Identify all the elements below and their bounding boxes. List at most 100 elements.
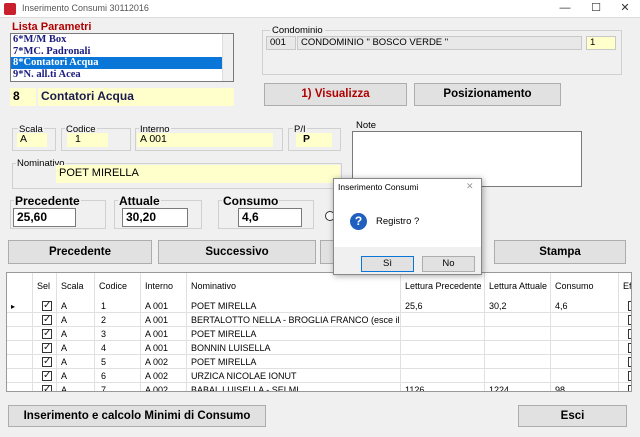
precedente-input[interactable]: 25,60 (13, 208, 76, 227)
cell-lettura-precedente (401, 355, 485, 369)
dialog-title-bar: Inserimento Consumi ✕ (334, 179, 481, 195)
effett-checkbox[interactable] (628, 371, 631, 381)
sel-checkbox[interactable] (42, 313, 52, 326)
sel-checkbox[interactable] (33, 355, 57, 369)
condominio-name: CONDOMINIO " BOSCO VERDE " (297, 36, 582, 50)
consumi-grid[interactable]: Sel Scala Codice Interno Nominativo Lett… (6, 272, 632, 392)
cell-nominativo: BONNIN LUISELLA (187, 341, 401, 355)
sel-checkbox[interactable] (42, 327, 52, 340)
column-header-lettura-attuale[interactable]: Lettura Attuale (485, 273, 551, 299)
dialog-close-icon[interactable]: ✕ (466, 181, 474, 192)
yes-button[interactable]: Sì (361, 256, 414, 272)
row-indicator[interactable] (7, 383, 33, 391)
effett-checkbox[interactable] (619, 341, 631, 355)
listbox-scrollbar[interactable] (222, 34, 233, 81)
effett-checkbox[interactable] (628, 329, 631, 339)
table-row[interactable]: ▸ A1A 001POET MIRELLA25,630,24,6 (7, 299, 631, 313)
effett-checkbox[interactable] (628, 343, 631, 353)
table-row[interactable]: A4A 001BONNIN LUISELLA (7, 341, 631, 355)
sel-checkbox[interactable] (33, 369, 57, 383)
dialog-message: Registro ? (376, 216, 420, 227)
sel-checkbox[interactable] (42, 341, 52, 354)
row-header-column (7, 273, 33, 299)
row-indicator[interactable] (7, 341, 33, 355)
cell-interno: A 001 (141, 341, 187, 355)
cell-interno: A 001 (141, 327, 187, 341)
column-header-lettura-precedente[interactable]: Lettura Precedente (401, 273, 485, 299)
inserimento-minimi-button[interactable]: Inserimento e calcolo Minimi di Consumo (8, 405, 266, 427)
effett-checkbox[interactable] (628, 301, 631, 311)
table-row[interactable]: A3A 001POET MIRELLA (7, 327, 631, 341)
successivo-button[interactable]: Successivo (158, 240, 316, 264)
list-item[interactable]: 7*MC. Padronali (11, 46, 223, 58)
row-indicator[interactable]: ▸ (7, 299, 33, 313)
current-row-marker: ▸ (11, 302, 16, 311)
table-row[interactable]: A6A 002URZICA NICOLAE IONUT (7, 369, 631, 383)
row-indicator[interactable] (7, 313, 33, 327)
row-indicator[interactable] (7, 369, 33, 383)
cell-consumo (551, 327, 619, 341)
hidden-button[interactable] (320, 240, 334, 264)
column-header-interno[interactable]: Interno (141, 273, 187, 299)
table-row[interactable]: A2A 001BERTALOTTO NELLA - BROGLIA FRANCO… (7, 313, 631, 327)
visualizza-button[interactable]: 1) Visualizza (264, 83, 407, 106)
column-header-effett[interactable]: Effett (619, 273, 631, 299)
precedente-button[interactable]: Precedente (8, 240, 152, 264)
column-header-nominativo[interactable]: Nominativo (187, 273, 401, 299)
cell-scala: A (57, 299, 95, 313)
maximize-button[interactable]: ☐ (581, 0, 611, 18)
no-button[interactable]: No (422, 256, 475, 272)
effett-checkbox[interactable] (628, 315, 631, 325)
sel-checkbox[interactable] (33, 299, 57, 313)
close-button[interactable]: ✕ (610, 0, 640, 18)
sel-checkbox[interactable] (42, 383, 52, 391)
cell-consumo (551, 355, 619, 369)
cell-scala: A (57, 327, 95, 341)
cell-interno: A 001 (141, 313, 187, 327)
consumo-input[interactable]: 4,6 (238, 208, 302, 227)
effett-checkbox[interactable] (628, 385, 631, 391)
list-item-selected[interactable]: 8*Contatori Acqua (11, 57, 223, 69)
effett-checkbox[interactable] (619, 313, 631, 327)
parametro-code: 8 (10, 88, 36, 106)
effett-checkbox[interactable] (619, 355, 631, 369)
stampa-button[interactable]: Stampa (494, 240, 626, 264)
cell-consumo (551, 341, 619, 355)
effett-checkbox[interactable] (619, 383, 631, 391)
cell-scala: A (57, 383, 95, 391)
sel-checkbox[interactable] (42, 355, 52, 368)
minimize-button[interactable]: — (550, 0, 580, 18)
note-label: Note (356, 120, 377, 131)
cell-codice: 7 (95, 383, 141, 391)
cell-lettura-attuale: 30,2 (485, 299, 551, 313)
cell-lettura-precedente: 1126 (401, 383, 485, 391)
posizionamento-button[interactable]: Posizionamento (414, 83, 561, 106)
row-indicator[interactable] (7, 355, 33, 369)
sel-checkbox[interactable] (33, 383, 57, 391)
column-header-codice[interactable]: Codice (95, 273, 141, 299)
esci-button[interactable]: Esci (518, 405, 627, 427)
column-header-sel[interactable]: Sel (33, 273, 57, 299)
sel-checkbox[interactable] (42, 369, 52, 382)
list-item[interactable]: 6*M/M Box (11, 34, 223, 46)
cell-codice: 5 (95, 355, 141, 369)
sel-checkbox[interactable] (42, 299, 52, 312)
interno-value: A 001 (137, 133, 273, 147)
cell-interno: A 002 (141, 355, 187, 369)
effett-checkbox[interactable] (619, 299, 631, 313)
sel-checkbox[interactable] (33, 341, 57, 355)
precedente-label: Precedente (14, 194, 81, 208)
column-header-consumo[interactable]: Consumo (551, 273, 619, 299)
column-header-scala[interactable]: Scala (57, 273, 95, 299)
effett-checkbox[interactable] (619, 369, 631, 383)
table-row[interactable]: A7A 002BABAL LUISELLA - SELMI1126122498 (7, 383, 631, 391)
list-item[interactable]: 9*N. all.ti Acea (11, 69, 223, 81)
effett-checkbox[interactable] (628, 357, 631, 367)
sel-checkbox[interactable] (33, 313, 57, 327)
attuale-input[interactable]: 30,20 (122, 208, 188, 227)
row-indicator[interactable] (7, 327, 33, 341)
table-row[interactable]: A5A 002POET MIRELLA (7, 355, 631, 369)
parametri-listbox[interactable]: 6*M/M Box 7*MC. Padronali 8*Contatori Ac… (10, 33, 234, 82)
sel-checkbox[interactable] (33, 327, 57, 341)
effett-checkbox[interactable] (619, 327, 631, 341)
